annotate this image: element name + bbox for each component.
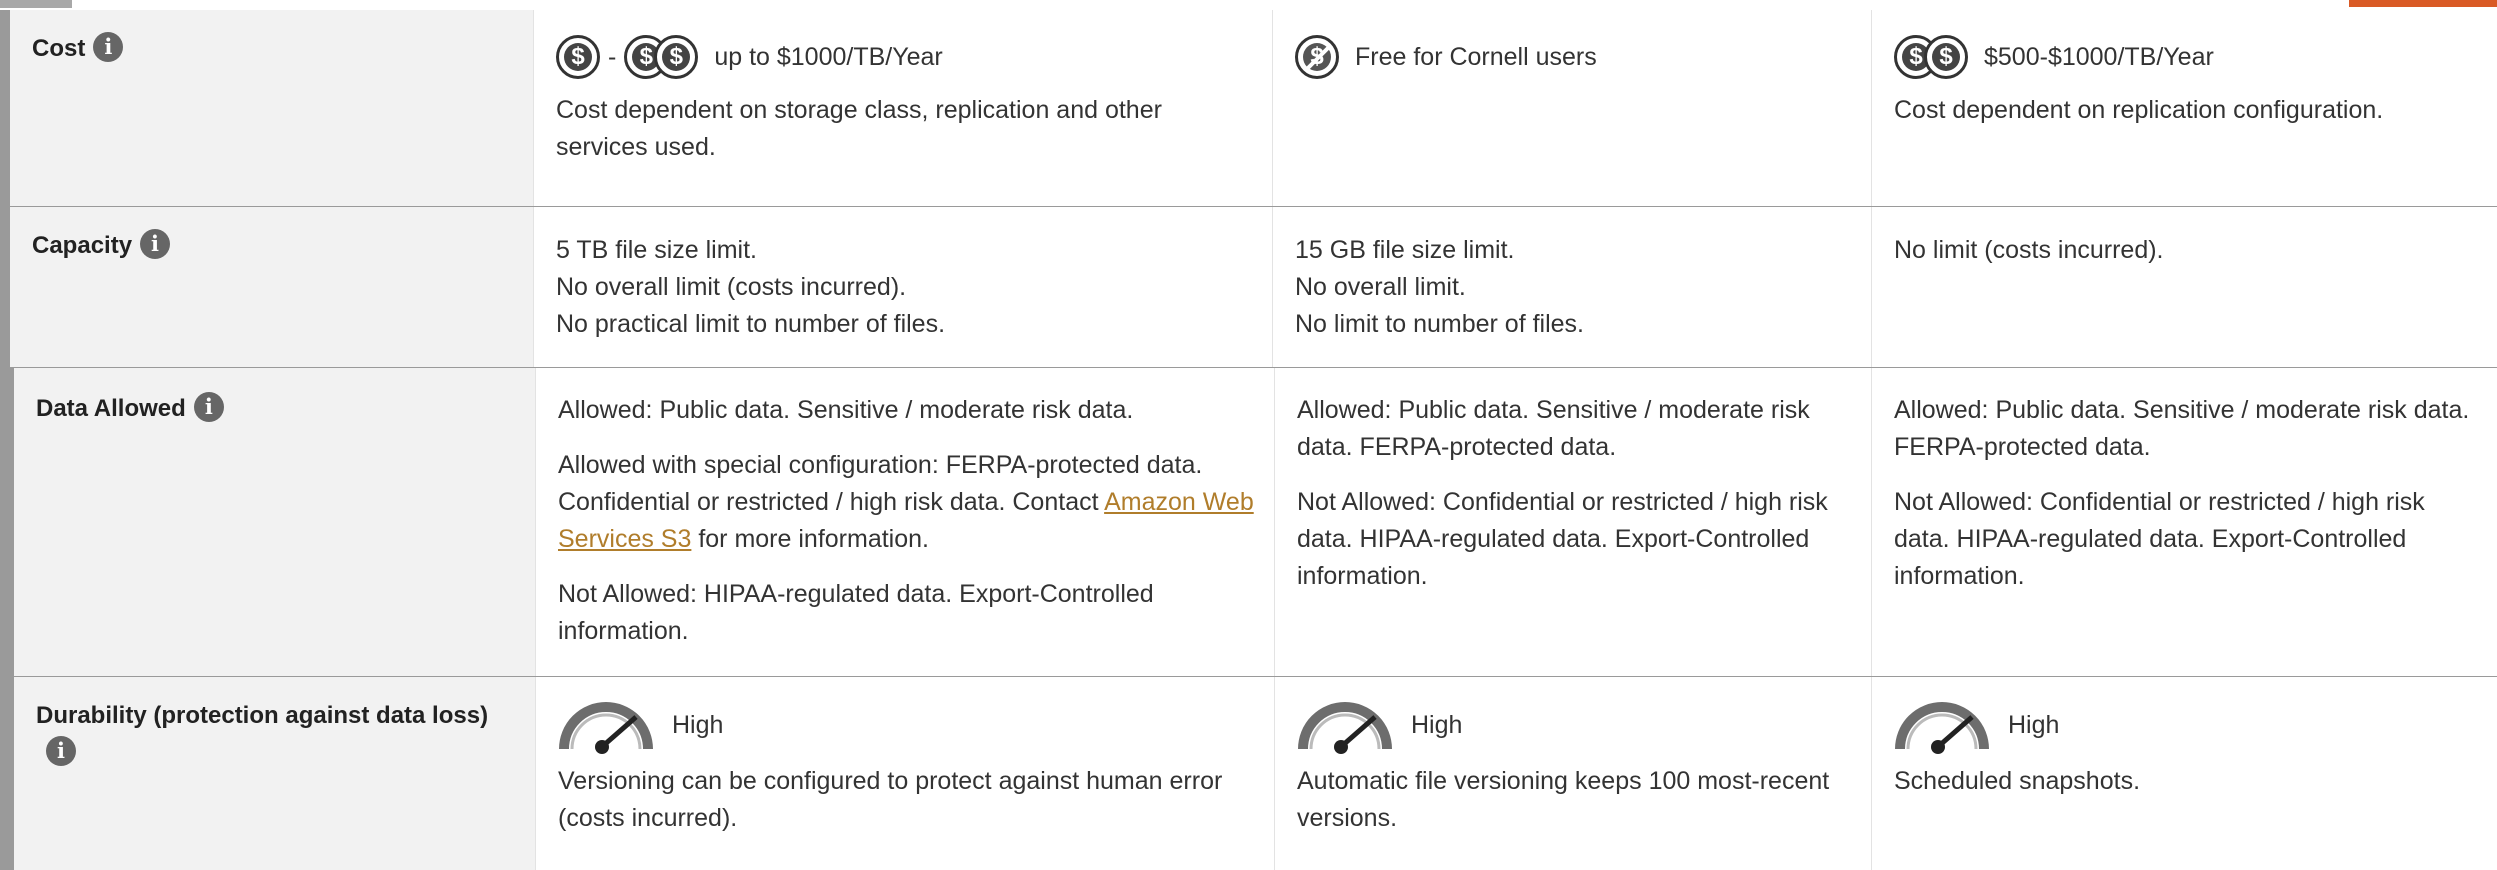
- cost-range: Free for Cornell users: [1355, 42, 1597, 71]
- right-tab-marker: [2349, 0, 2497, 7]
- row-label: Capacity: [32, 232, 133, 259]
- info-icon[interactable]: i: [140, 229, 171, 259]
- durability-level: High: [2008, 710, 2060, 739]
- info-icon[interactable]: i: [46, 736, 76, 766]
- cost-range: $500-$1000/TB/Year: [1984, 42, 2214, 71]
- cost-description: Cost dependent on storage class, replica…: [556, 96, 1162, 161]
- gauge-high-icon: [559, 702, 653, 754]
- dollar-coin-icon: $: [1924, 35, 1968, 79]
- cell-capacity-box: 15 GB file size limit. No overall limit.…: [1272, 207, 1871, 367]
- capacity-line: 15 GB file size limit.: [1295, 236, 1515, 264]
- row-header-durability: Durability (protection against data loss…: [14, 677, 535, 870]
- cell-data-allowed-s3: Allowed: Public data. Sensitive / modera…: [535, 368, 1274, 676]
- capacity-line: No practical limit to number of files.: [556, 310, 946, 338]
- row-data-allowed: Data Allowed i Allowed: Public data. Sens…: [0, 368, 2497, 676]
- left-tab-marker: [0, 0, 72, 8]
- row-cost: Cost i $ - $ $ up to $1000/TB/Year Cost d…: [0, 10, 2497, 206]
- capacity-line: No overall limit.: [1295, 273, 1466, 301]
- cell-durability-box: High Automatic file versioning keeps 100…: [1274, 677, 1871, 870]
- gauge-high-icon: [1895, 702, 1989, 754]
- row-capacity: Capacity i 5 TB file size limit. No overa…: [0, 207, 2497, 367]
- cell-cost-box: $ Free for Cornell users: [1272, 10, 1871, 206]
- top-strip: [0, 0, 2497, 10]
- row-header-cost: Cost i: [10, 10, 533, 206]
- row-label: Data Allowed: [36, 395, 186, 422]
- dollar-coin-icon: $: [556, 35, 600, 79]
- cell-durability-s3: High Versioning can be configured to pro…: [535, 677, 1274, 870]
- gauge-high-icon: [1298, 702, 1392, 754]
- cell-capacity-s3: 5 TB file size limit. No overall limit (…: [533, 207, 1272, 367]
- cell-data-allowed-box: Allowed: Public data. Sensitive / modera…: [1274, 368, 1871, 676]
- capacity-line: 5 TB file size limit.: [556, 236, 757, 264]
- special-config-post: for more information.: [691, 525, 929, 553]
- durability-description: Versioning can be configured to protect …: [558, 767, 1223, 832]
- durability-level: High: [1411, 710, 1463, 739]
- info-icon[interactable]: i: [93, 32, 124, 62]
- row-header-data-allowed: Data Allowed i: [14, 368, 535, 676]
- info-icon[interactable]: i: [193, 392, 224, 422]
- capacity-line: No overall limit (costs incurred).: [556, 273, 907, 301]
- cost-range: up to $1000/TB/Year: [714, 42, 943, 71]
- free-coin-icon: $: [1295, 35, 1339, 79]
- not-allowed-text: Not Allowed: HIPAA-regulated data. Expor…: [558, 580, 1154, 645]
- row-label: Cost: [32, 35, 86, 62]
- not-allowed-text: Not Allowed: Confidential or restricted …: [1297, 488, 1828, 590]
- allowed-text: Allowed: Public data. Sensitive / modera…: [558, 396, 1134, 424]
- allowed-text: Allowed: Public data. Sensitive / modera…: [1894, 396, 2470, 461]
- row-durability: Durability (protection against data loss…: [0, 677, 2497, 870]
- row-label: Durability (protection against data loss…: [36, 702, 489, 729]
- row-header-capacity: Capacity i: [10, 207, 533, 367]
- capacity-line: No limit (costs incurred).: [1894, 236, 2164, 264]
- cell-data-allowed-isilon: Allowed: Public data. Sensitive / modera…: [1871, 368, 2497, 676]
- not-allowed-text: Not Allowed: Confidential or restricted …: [1894, 488, 2425, 590]
- range-dash: -: [608, 42, 617, 71]
- durability-level: High: [672, 710, 724, 739]
- allowed-text: Allowed: Public data. Sensitive / modera…: [1297, 396, 1810, 461]
- special-config-text: Allowed with special configuration: FERP…: [558, 447, 1256, 558]
- cell-capacity-isilon: No limit (costs incurred).: [1871, 207, 2497, 367]
- durability-description: Scheduled snapshots.: [1894, 767, 2141, 795]
- cell-durability-isilon: High Scheduled snapshots.: [1871, 677, 2497, 870]
- cell-cost-isilon: $ $ $500-$1000/TB/Year Cost dependent on…: [1871, 10, 2497, 206]
- capacity-line: No limit to number of files.: [1295, 310, 1584, 338]
- dollar-coin-icon: $: [654, 35, 699, 79]
- durability-description: Automatic file versioning keeps 100 most…: [1297, 767, 1830, 832]
- cost-description: Cost dependent on replication configurat…: [1894, 96, 2384, 124]
- cell-cost-s3: $ - $ $ up to $1000/TB/Year Cost depende…: [533, 10, 1272, 206]
